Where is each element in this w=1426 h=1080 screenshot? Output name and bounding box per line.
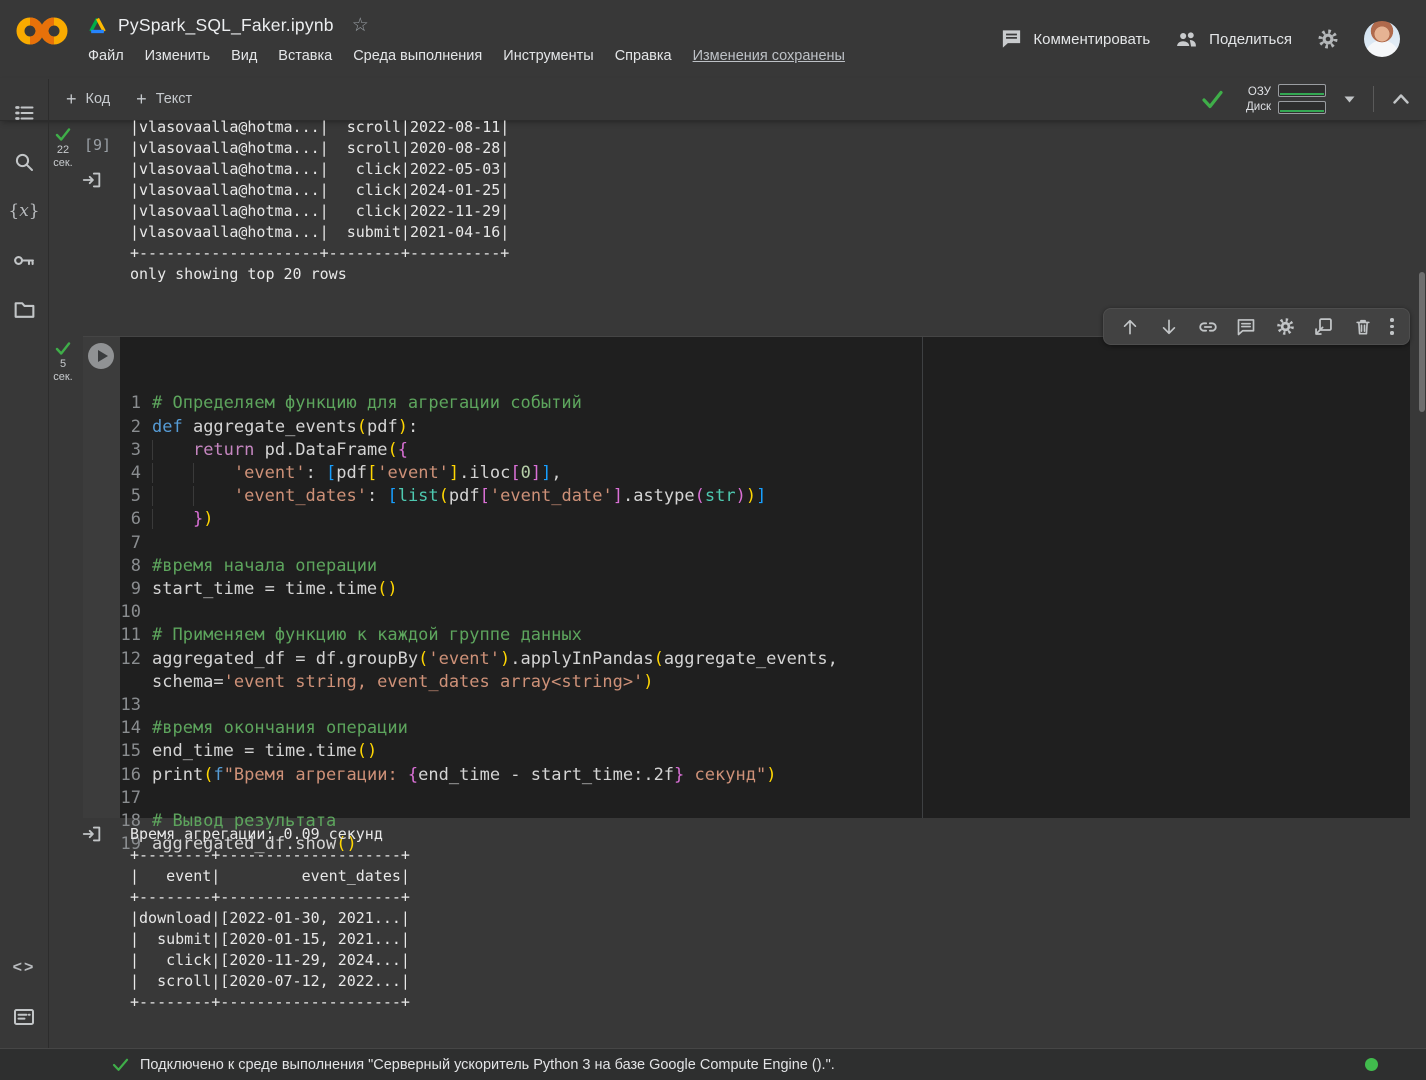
resources-monitor[interactable]: ОЗУ Диск bbox=[1246, 84, 1326, 114]
code-snippets-icon[interactable]: <> bbox=[10, 954, 38, 982]
exec-success-check-icon bbox=[55, 342, 71, 356]
title-row: PySpark_SQL_Faker.ipynb ☆ bbox=[88, 12, 369, 38]
notebook-title[interactable]: PySpark_SQL_Faker.ipynb bbox=[118, 15, 334, 36]
toolbar-divider bbox=[1373, 86, 1374, 112]
code-line[interactable]: 6 }) bbox=[120, 508, 1410, 531]
table-of-contents-icon[interactable] bbox=[10, 99, 38, 127]
menu-item[interactable]: Изменить bbox=[144, 46, 211, 66]
menu-item[interactable]: Вставка bbox=[277, 46, 333, 66]
menu-item[interactable]: Вид bbox=[230, 46, 258, 66]
drive-icon bbox=[88, 16, 107, 34]
terminal-icon[interactable] bbox=[10, 1003, 38, 1031]
add-text-button[interactable]: + Текст bbox=[136, 90, 192, 108]
code-line[interactable]: 4 'event': [pdf['event'].iloc[0]], bbox=[120, 462, 1410, 485]
notebook-toolbar: + Код + Текст ОЗУ Диск bbox=[0, 78, 1426, 121]
menu-item[interactable]: Файл bbox=[87, 46, 125, 66]
code-line[interactable]: schema='event string, event_dates array<… bbox=[120, 671, 1410, 694]
code-line[interactable]: 13 bbox=[120, 694, 1410, 717]
settings-gear-icon[interactable] bbox=[1316, 27, 1340, 51]
disk-usage-gauge bbox=[1278, 101, 1326, 114]
code-line[interactable]: 8#время начала операции bbox=[120, 555, 1410, 578]
menu-item[interactable]: Справка bbox=[614, 46, 673, 66]
execution-count[interactable]: [9] bbox=[84, 136, 111, 154]
cell-settings-gear-icon[interactable] bbox=[1274, 316, 1296, 338]
menu-item[interactable]: Инструменты bbox=[502, 46, 594, 66]
star-icon[interactable]: ☆ bbox=[352, 14, 369, 37]
header-actions: Комментировать Поделиться bbox=[1000, 20, 1400, 58]
cell-run-strip bbox=[83, 337, 120, 818]
exec-time: 5 bbox=[49, 358, 77, 370]
code-editor-lines: 1# Определяем функцию для агрегации собы… bbox=[120, 392, 1410, 856]
secrets-key-icon[interactable] bbox=[10, 246, 38, 274]
notebook-check-icon bbox=[1200, 88, 1224, 110]
exec-time: 22 bbox=[49, 144, 77, 156]
search-icon[interactable] bbox=[10, 148, 38, 176]
code-line[interactable]: 10 bbox=[120, 601, 1410, 624]
code-line[interactable]: 15end_time = time.time() bbox=[120, 740, 1410, 763]
more-cell-actions-icon[interactable] bbox=[1390, 318, 1394, 335]
code-line[interactable]: 11# Применяем функцию к каждой группе да… bbox=[120, 624, 1410, 647]
copy-link-to-cell-icon[interactable] bbox=[1197, 316, 1219, 338]
connected-check-icon bbox=[112, 1058, 129, 1072]
share-people-icon bbox=[1174, 29, 1199, 49]
code-cell: 1# Определяем функцию для агрегации собы… bbox=[83, 336, 1410, 818]
colab-logo-icon[interactable] bbox=[16, 15, 68, 47]
disk-label: Диск bbox=[1246, 101, 1271, 113]
menu-bar: Файл Изменить Вид Вставка Среда выполнения Ин… bbox=[87, 46, 846, 66]
ram-label: ОЗУ bbox=[1248, 86, 1271, 98]
comment-button[interactable]: Комментировать bbox=[1000, 29, 1150, 49]
move-cell-down-icon[interactable] bbox=[1158, 316, 1180, 338]
status-bar: Подключено к среде выполнения "Серверный… bbox=[0, 1048, 1426, 1080]
variables-icon[interactable]: {x} bbox=[10, 197, 38, 225]
cell-output-icon[interactable] bbox=[81, 823, 103, 845]
share-button[interactable]: Поделиться bbox=[1174, 29, 1292, 49]
code-line[interactable]: 16print(f"Время агрегации: {end_time - s… bbox=[120, 764, 1410, 787]
run-cell-button[interactable] bbox=[88, 343, 114, 369]
app-header: PySpark_SQL_Faker.ipynb ☆ Файл Изменить Ви… bbox=[0, 0, 1426, 78]
add-comment-icon[interactable] bbox=[1235, 316, 1257, 338]
menu-item[interactable]: Среда выполнения bbox=[352, 46, 483, 66]
code-line[interactable]: 12aggregated_df = df.groupBy('event').ap… bbox=[120, 648, 1410, 671]
open-in-tab-icon[interactable] bbox=[1313, 316, 1335, 338]
code-line[interactable]: 7 bbox=[120, 532, 1410, 555]
code-editor[interactable]: 1# Определяем функцию для агрегации собы… bbox=[120, 337, 1410, 818]
move-cell-up-icon[interactable] bbox=[1119, 316, 1141, 338]
comment-icon bbox=[1000, 29, 1023, 49]
exec-time-unit: сек. bbox=[49, 157, 77, 169]
cell-toolbar bbox=[1103, 308, 1410, 345]
changes-saved-link[interactable]: Изменения сохранены bbox=[692, 46, 846, 66]
vertical-scrollbar-thumb[interactable] bbox=[1419, 272, 1425, 412]
prev-output-text: |vlasovaalla@hotma...| scroll|2022-08-11… bbox=[130, 117, 509, 285]
user-avatar[interactable] bbox=[1364, 21, 1400, 57]
files-folder-icon[interactable] bbox=[10, 295, 38, 323]
runtime-dropdown-caret-icon[interactable] bbox=[1344, 96, 1355, 103]
cell-output-icon[interactable] bbox=[81, 169, 103, 191]
add-code-button[interactable]: + Код bbox=[66, 90, 110, 108]
plus-icon: + bbox=[136, 90, 147, 108]
code-line[interactable]: 5 'event_dates': [list(pdf['event_date']… bbox=[120, 485, 1410, 508]
collapse-header-chevron-icon[interactable] bbox=[1390, 89, 1412, 109]
code-output-text: Время агрегации: 0.09 секунд +--------+-… bbox=[130, 824, 410, 1013]
delete-cell-trash-icon[interactable] bbox=[1352, 316, 1374, 338]
code-line[interactable]: 17 bbox=[120, 787, 1410, 810]
plus-icon: + bbox=[66, 90, 77, 108]
exec-success-check-icon bbox=[55, 128, 71, 142]
code-line[interactable]: 9start_time = time.time() bbox=[120, 578, 1410, 601]
code-line[interactable]: 14#время окончания операции bbox=[120, 717, 1410, 740]
colab-app: PySpark_SQL_Faker.ipynb ☆ Файл Изменить Ви… bbox=[0, 0, 1426, 1080]
left-sidebar: {x} <> bbox=[0, 79, 49, 1048]
editor-right-edge bbox=[922, 337, 923, 818]
ram-usage-gauge bbox=[1278, 84, 1326, 97]
runtime-status-text: Подключено к среде выполнения "Серверный… bbox=[140, 1057, 835, 1073]
exec-time-unit: сек. bbox=[49, 371, 77, 383]
runtime-health-dot bbox=[1365, 1058, 1378, 1071]
code-line[interactable]: 3 return pd.DataFrame({ bbox=[120, 439, 1410, 462]
code-line[interactable]: 1# Определяем функцию для агрегации собы… bbox=[120, 392, 1410, 415]
code-line[interactable]: 2def aggregate_events(pdf): bbox=[120, 416, 1410, 439]
